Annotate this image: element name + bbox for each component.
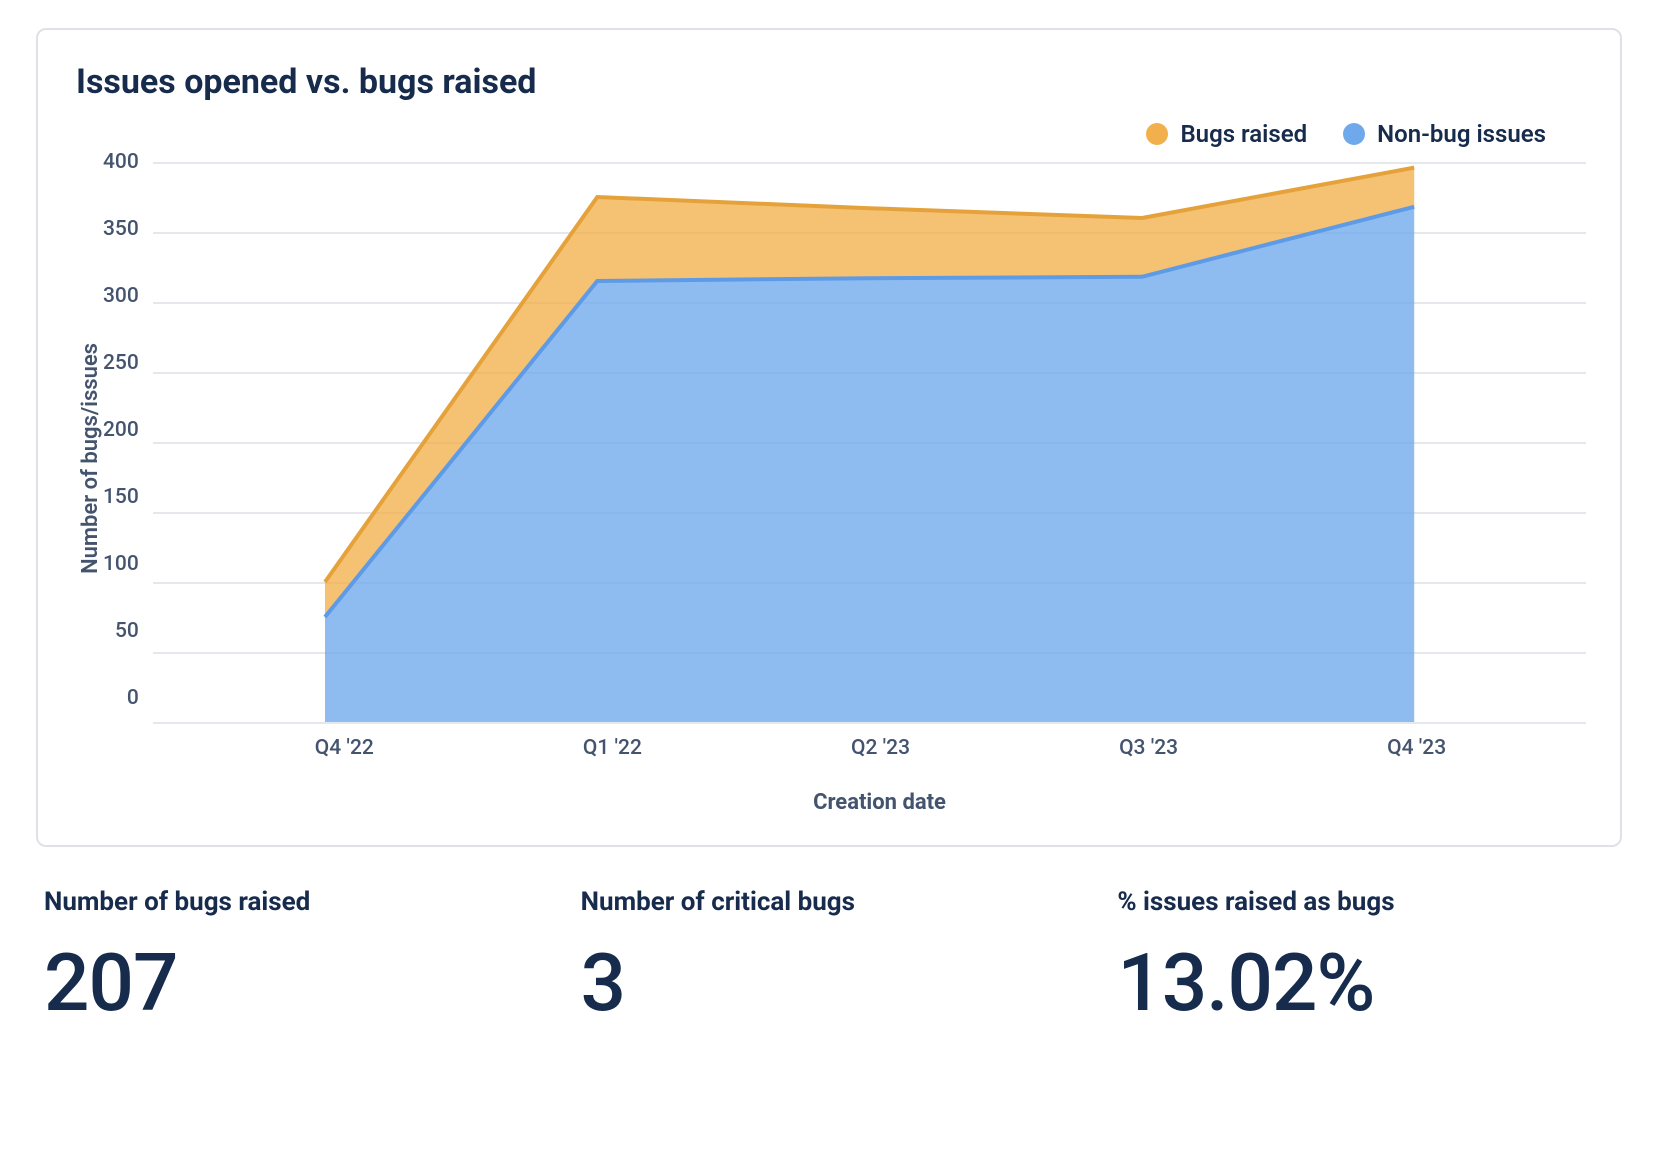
- y-tick-label: 100: [103, 552, 139, 576]
- chart-title: Issues opened vs. bugs raised: [76, 62, 1586, 102]
- kpi-label: Number of critical bugs: [581, 887, 1078, 917]
- y-tick-label: 400: [103, 150, 139, 174]
- plot-row: 400350300250200150100500: [103, 162, 1586, 722]
- x-tick-label: Q2 '23: [851, 736, 910, 760]
- y-tick-label: 0: [127, 686, 139, 710]
- y-tick-label: 200: [103, 418, 139, 442]
- chart-card: Issues opened vs. bugs raised Bugs raise…: [36, 28, 1622, 847]
- x-tick-label: Q1 '22: [583, 736, 642, 760]
- kpi-row: Number of bugs raised 207 Number of crit…: [36, 887, 1622, 1023]
- kpi-label: % issues raised as bugs: [1117, 887, 1614, 917]
- kpi-value: 3: [581, 943, 1078, 1023]
- kpi-critical-bugs: Number of critical bugs 3: [581, 887, 1078, 1023]
- legend-item-bugs[interactable]: Bugs raised: [1146, 120, 1307, 148]
- y-axis-ticks: 400 350 300 250 200 150 100 50 0: [103, 150, 153, 710]
- y-axis-title: Number of bugs/issues: [72, 343, 103, 574]
- kpi-value: 13.02%: [1117, 943, 1614, 1023]
- circle-icon: [1343, 123, 1365, 145]
- chart-legend: Bugs raised Non-bug issues: [72, 116, 1586, 162]
- kpi-bugs-raised: Number of bugs raised 207: [44, 887, 541, 1023]
- x-axis-ticks: Q4 '22 Q1 '22 Q2 '23 Q3 '23 Q4 '23: [103, 736, 1586, 764]
- x-axis-title: Creation date: [103, 790, 1586, 815]
- x-ticks-inner: Q4 '22 Q1 '22 Q2 '23 Q3 '23 Q4 '23: [175, 736, 1586, 764]
- circle-icon: [1146, 123, 1168, 145]
- x-tick-label: Q3 '23: [1119, 736, 1178, 760]
- chart-body: Number of bugs/issues 400350300250200150…: [72, 162, 1586, 815]
- x-tick-label: Q4 '22: [315, 736, 374, 760]
- plot-column: 400350300250200150100500 Q4 '22Q1 '22Q2 …: [103, 162, 1586, 815]
- kpi-pct-bugs: % issues raised as bugs 13.02%: [1117, 887, 1614, 1023]
- legend-item-nonbug[interactable]: Non-bug issues: [1343, 120, 1546, 148]
- y-tick-label: 350: [103, 217, 139, 241]
- y-tick-label: 150: [103, 485, 139, 509]
- legend-label: Non-bug issues: [1377, 120, 1546, 148]
- x-tick-label: Q4 '23: [1387, 736, 1446, 760]
- series-area-nonbug: [325, 207, 1414, 722]
- y-tick-label: 300: [103, 284, 139, 308]
- gridline: [153, 722, 1586, 724]
- plot-area[interactable]: [153, 162, 1586, 722]
- kpi-label: Number of bugs raised: [44, 887, 541, 917]
- legend-label: Bugs raised: [1180, 120, 1307, 148]
- kpi-value: 207: [44, 943, 541, 1023]
- y-tick-label: 250: [103, 351, 139, 375]
- y-tick-label: 50: [115, 619, 139, 643]
- area-svg: [153, 162, 1586, 722]
